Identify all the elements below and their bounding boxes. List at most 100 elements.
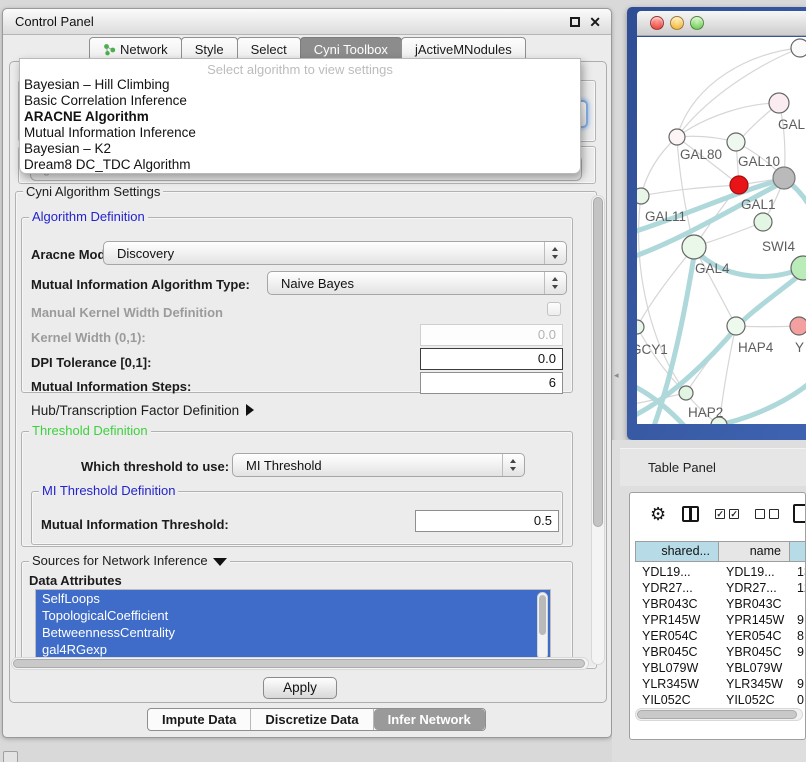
network-node[interactable]	[769, 93, 789, 113]
control-panel-titlebar[interactable]: Control Panel ✕	[3, 9, 611, 35]
settings-horizontal-scrollbar[interactable]	[11, 657, 589, 670]
column-view-icon[interactable]	[682, 506, 699, 522]
attribute-item-gal4rgexp[interactable]: gal4RGexp	[36, 641, 550, 658]
table-cell[interactable]: 0	[790, 692, 806, 708]
network-node[interactable]	[773, 167, 795, 189]
table-cell[interactable]: YDL19...	[719, 564, 790, 580]
hub-definition-toggle[interactable]: Hub/Transcription Factor Definition	[31, 403, 254, 418]
zoom-traffic-button[interactable]	[690, 16, 704, 30]
network-node[interactable]	[637, 188, 649, 204]
table-cell[interactable]: YBR045C	[719, 644, 790, 660]
bottom-tab-impute-data[interactable]: Impute Data	[148, 709, 251, 730]
table-cell[interactable]: YBL079W	[635, 660, 719, 676]
table-cell[interactable]: 12	[790, 580, 806, 596]
table-cell[interactable]: 9.	[790, 612, 806, 628]
dropdown-item-bayesian-hill-climbing[interactable]: Bayesian – Hill Climbing	[20, 77, 580, 93]
network-view-window[interactable]: GALGAL80GAL10GAL1GAL11GAL4SWI4HAP4YGCY1H…	[627, 7, 806, 440]
attribute-list-scrollbar[interactable]	[537, 592, 548, 660]
tab-jactivemnodules[interactable]: jActiveMNodules	[401, 37, 526, 60]
export-table-icon[interactable]	[793, 504, 806, 523]
network-node[interactable]	[679, 386, 693, 400]
network-node[interactable]	[727, 317, 745, 335]
attribute-item-selfloops[interactable]: SelfLoops	[36, 590, 550, 607]
mi-steps-field[interactable]: 6	[420, 372, 563, 394]
table-cell[interactable]: YER054C	[719, 628, 790, 644]
which-threshold-combo[interactable]: MI Threshold	[232, 453, 525, 477]
table-cell[interactable]: YBR043C	[635, 596, 719, 612]
network-edge[interactable]	[694, 247, 736, 326]
tab-network[interactable]: Network	[89, 37, 182, 60]
mi-type-combo[interactable]: Naive Bayes	[267, 271, 567, 295]
close-traffic-button[interactable]	[650, 16, 664, 30]
sources-group-label[interactable]: Sources for Network Inference	[29, 554, 230, 567]
dropdown-item-aracne-algorithm[interactable]: ARACNE Algorithm	[20, 109, 580, 125]
table-column-header-shared[interactable]: shared...	[635, 541, 719, 562]
network-node[interactable]	[730, 176, 748, 194]
table-cell[interactable]: YPR145W	[635, 612, 719, 628]
float-window-icon[interactable]	[570, 17, 580, 27]
table-cell[interactable]: YPR145W	[719, 612, 790, 628]
network-node[interactable]	[637, 320, 644, 334]
mi-threshold-field[interactable]: 0.5	[415, 510, 559, 532]
table-cell[interactable]	[790, 660, 806, 676]
combo-stepper-icon	[544, 272, 566, 294]
network-node[interactable]	[754, 213, 772, 231]
close-icon[interactable]: ✕	[589, 17, 601, 27]
table-cell[interactable]: YIL052C	[635, 692, 719, 708]
network-window-titlebar[interactable]	[637, 11, 806, 36]
network-node[interactable]	[727, 133, 745, 151]
kernel-width-field[interactable]: 0.0	[420, 324, 563, 346]
manual-kernel-checkbox[interactable]	[547, 302, 561, 316]
table-cell[interactable]: YBR043C	[719, 596, 790, 612]
node-label-gal11: GAL11	[645, 209, 686, 224]
dropdown-item-basic-correlation-inference[interactable]: Basic Correlation Inference	[20, 93, 580, 109]
network-edge[interactable]	[641, 137, 677, 196]
table-cell[interactable]: YDR27...	[719, 580, 790, 596]
panel-splitter-grip[interactable]: ◂	[614, 371, 619, 380]
table-cell[interactable]: YBR045C	[635, 644, 719, 660]
table-cell[interactable]: YIL052C	[719, 692, 790, 708]
bottom-tab-infer-network[interactable]: Infer Network	[374, 709, 485, 730]
table-cell[interactable]: YLR345W	[635, 676, 719, 692]
table-column-header-a[interactable]: A	[790, 541, 806, 562]
tab-style[interactable]: Style	[181, 37, 238, 60]
table-cell[interactable]	[790, 596, 806, 612]
dropdown-item-bayesian-k2[interactable]: Bayesian – K2	[20, 141, 580, 157]
minimize-traffic-button[interactable]	[670, 16, 684, 30]
dropdown-item-dream8-dc-tdc-algorithm[interactable]: Dream8 DC_TDC Algorithm	[20, 157, 580, 173]
network-node[interactable]	[669, 129, 685, 145]
table-cell[interactable]: YDL19...	[635, 564, 719, 580]
dpi-tolerance-field[interactable]: 0.0	[420, 348, 563, 370]
expanded-arrow-icon	[213, 558, 227, 566]
network-edge[interactable]	[677, 103, 779, 137]
table-cell[interactable]: YDR27...	[635, 580, 719, 596]
table-cell[interactable]: YBL079W	[719, 660, 790, 676]
network-canvas[interactable]: GALGAL80GAL10GAL1GAL11GAL4SWI4HAP4YGCY1H…	[637, 37, 806, 424]
tab-select[interactable]: Select	[237, 37, 301, 60]
settings-vertical-scrollbar[interactable]	[591, 195, 605, 665]
bottom-tab-discretize-data[interactable]: Discretize Data	[251, 709, 373, 730]
aracne-mode-combo[interactable]: Discovery	[103, 241, 567, 265]
table-cell[interactable]: 13	[790, 564, 806, 580]
select-all-columns-icon[interactable]: ✓✓	[715, 509, 739, 519]
gear-icon[interactable]: ⚙	[650, 504, 666, 525]
table-cell[interactable]: YER054C	[635, 628, 719, 644]
table-cell[interactable]: 9.	[790, 676, 806, 692]
table-horizontal-scrollbar[interactable]	[635, 708, 803, 721]
deselect-all-columns-icon[interactable]	[755, 509, 779, 519]
table-cell[interactable]: 8.	[790, 628, 806, 644]
network-node[interactable]	[682, 235, 706, 259]
table-cell[interactable]: 9.	[790, 644, 806, 660]
network-node[interactable]	[790, 317, 806, 335]
network-node[interactable]	[791, 39, 806, 57]
apply-button[interactable]: Apply	[263, 677, 337, 699]
tab-cyni-toolbox[interactable]: Cyni Toolbox	[300, 37, 402, 60]
attribute-item-betweennesscentrality[interactable]: BetweennessCentrality	[36, 624, 550, 641]
attribute-item-topologicalcoefficient[interactable]: TopologicalCoefficient	[36, 607, 550, 624]
minimized-panel-icon[interactable]	[3, 751, 18, 762]
network-edge[interactable]	[641, 185, 738, 196]
table-cell[interactable]: YLR345W	[719, 676, 790, 692]
network-node[interactable]	[791, 256, 806, 280]
dropdown-item-mutual-information-inference[interactable]: Mutual Information Inference	[20, 125, 580, 141]
table-column-header-name[interactable]: name	[719, 541, 790, 562]
